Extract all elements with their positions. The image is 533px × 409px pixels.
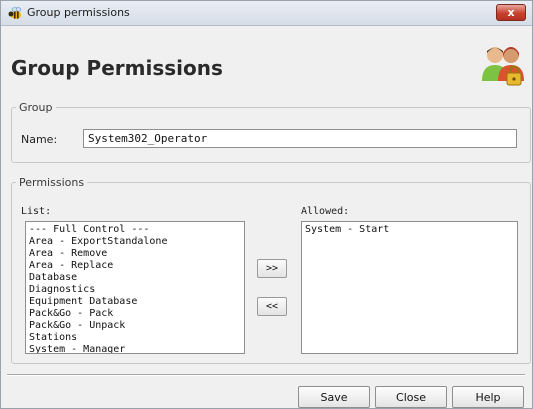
save-button[interactable]: Save [298,386,370,408]
bee-icon [8,7,22,19]
remove-permission-button[interactable]: << [257,297,287,316]
window-title: Group permissions [27,6,130,19]
list-item[interactable]: Database [29,272,241,284]
list-item[interactable]: Area - Replace [29,260,241,272]
list-item[interactable]: Area - ExportStandalone [29,236,241,248]
footer-divider [7,374,525,376]
close-icon: x [507,6,515,19]
window-close-button[interactable]: x [496,4,526,21]
group-permissions-dialog: Group permissions x Group Permissions Gr… [0,0,533,409]
add-permission-button[interactable]: >> [257,259,287,278]
group-legend: Group [19,101,53,114]
list-item[interactable]: Equipment Database [29,296,241,308]
name-label: Name: [21,133,58,146]
allowed-list-label: Allowed: [301,206,350,217]
list-item[interactable]: --- Full Control --- [29,224,241,236]
help-button[interactable]: Help [452,386,524,408]
list-item[interactable]: Stations [29,332,241,344]
permissions-legend: Permissions [19,176,85,189]
list-item[interactable]: System - Start [305,224,514,236]
list-item[interactable]: Pack&Go - Pack [29,308,241,320]
title-bar[interactable]: Group permissions x [1,1,532,26]
page-title: Group Permissions [11,56,223,80]
allowed-permissions-list[interactable]: System - Start [301,221,518,354]
list-item[interactable]: Pack&Go - Unpack [29,320,241,332]
group-name-input[interactable] [83,129,517,148]
list-item[interactable]: Diagnostics [29,284,241,296]
close-button[interactable]: Close [375,386,447,408]
available-permissions-list[interactable]: --- Full Control --- Area - ExportStanda… [25,221,245,354]
users-lock-icon [482,47,524,86]
available-list-label: List: [21,206,52,217]
list-item[interactable]: System - Manager [29,344,241,353]
list-item[interactable]: Area - Remove [29,248,241,260]
